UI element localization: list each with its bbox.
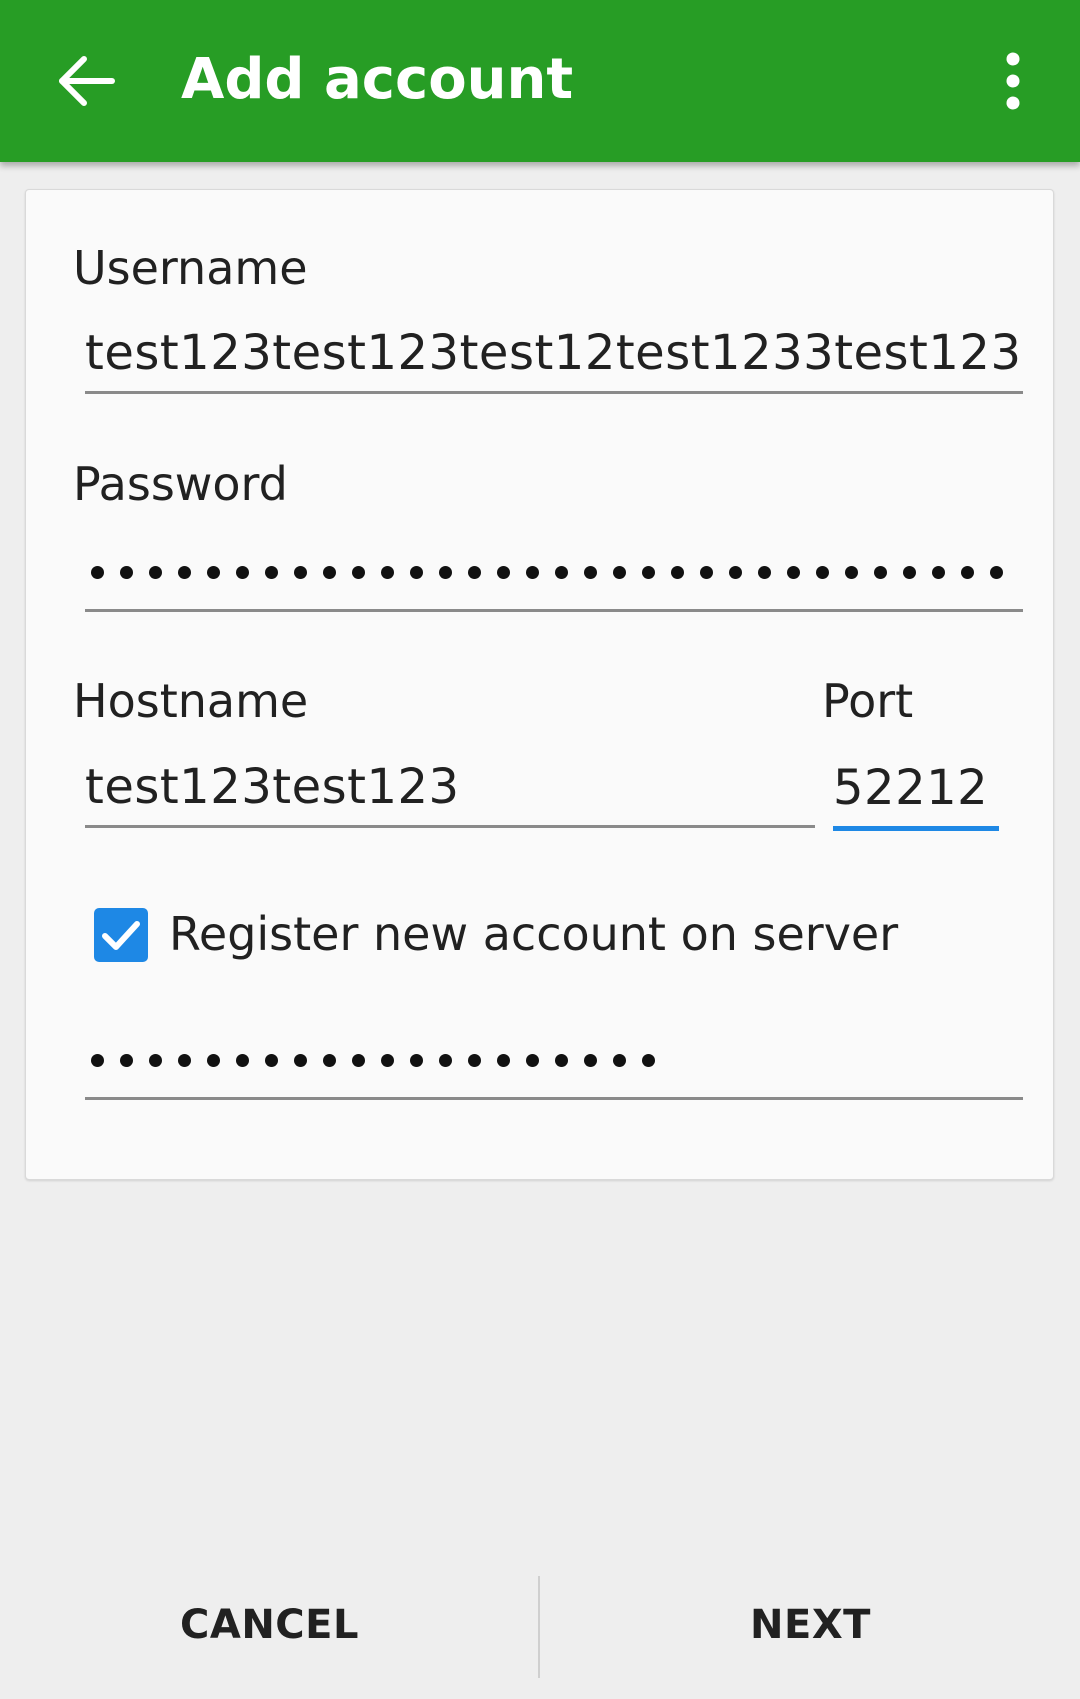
mask-dot [381,1054,394,1067]
check-icon [102,921,140,950]
mask-dot [468,566,481,579]
more-vert-icon [1006,52,1020,110]
mask-dot [845,566,858,579]
app-bar: Add account [0,0,1080,162]
mask-dot [990,566,1003,579]
page-title: Add account [181,47,574,112]
mask-dot [526,566,539,579]
back-button[interactable] [52,46,122,116]
mask-dot [642,1054,655,1067]
mask-dot [91,1054,104,1067]
mask-dot [149,566,162,579]
hostname-value: test123test123 [85,759,460,815]
username-value: test123test123test12test1233test123 [85,325,1022,381]
overflow-menu-button[interactable] [990,50,1036,112]
mask-dot [932,566,945,579]
mask-dot [671,566,684,579]
mask-dot [874,566,887,579]
arrow-left-icon [59,56,115,106]
mask-dot [352,566,365,579]
password-field[interactable] [85,530,1023,612]
port-field[interactable]: 52212 [833,746,999,831]
mask-dot [178,566,191,579]
mask-dot [787,566,800,579]
mask-dot [410,566,423,579]
account-form-card: Username test123test123test12test1233tes… [25,189,1054,1180]
mask-dot [294,566,307,579]
mask-dot [120,1054,133,1067]
mask-dot [352,1054,365,1067]
mask-dot [323,566,336,579]
mask-dot [236,1054,249,1067]
username-field[interactable]: test123test123test12test1233test123 [85,314,1023,394]
username-label: Username [73,241,308,295]
button-divider [538,1576,540,1678]
mask-dot [149,1054,162,1067]
mask-dot [584,566,597,579]
mask-dot [497,566,510,579]
mask-dot [236,566,249,579]
register-label[interactable]: Register new account on server [169,904,898,964]
mask-dot [294,1054,307,1067]
mask-dot [758,566,771,579]
mask-dot [497,1054,510,1067]
password-label: Password [73,457,288,511]
mask-dot [613,566,626,579]
mask-dot [381,566,394,579]
mask-dot [265,1054,278,1067]
mask-dot [439,566,452,579]
cancel-button[interactable]: CANCEL [0,1560,539,1690]
mask-dot [961,566,974,579]
password-mask [91,566,1019,579]
confirm-password-field[interactable] [85,1018,1023,1100]
hostname-field[interactable]: test123test123 [85,746,815,828]
hostname-label: Hostname [73,674,309,728]
register-checkbox[interactable] [94,908,148,962]
mask-dot [178,1054,191,1067]
mask-dot [207,566,220,579]
mask-dot [555,566,568,579]
mask-dot [555,1054,568,1067]
mask-dot [816,566,829,579]
mask-dot [468,1054,481,1067]
mask-dot [439,1054,452,1067]
mask-dot [729,566,742,579]
mask-dot [584,1054,597,1067]
next-button[interactable]: NEXT [541,1560,1080,1690]
mask-dot [120,566,133,579]
confirm-password-mask [91,1054,671,1067]
mask-dot [265,566,278,579]
mask-dot [410,1054,423,1067]
mask-dot [526,1054,539,1067]
mask-dot [903,566,916,579]
port-label: Port [822,674,914,728]
mask-dot [207,1054,220,1067]
mask-dot [323,1054,336,1067]
mask-dot [642,566,655,579]
mask-dot [613,1054,626,1067]
mask-dot [91,566,104,579]
mask-dot [700,566,713,579]
port-value: 52212 [833,760,989,816]
